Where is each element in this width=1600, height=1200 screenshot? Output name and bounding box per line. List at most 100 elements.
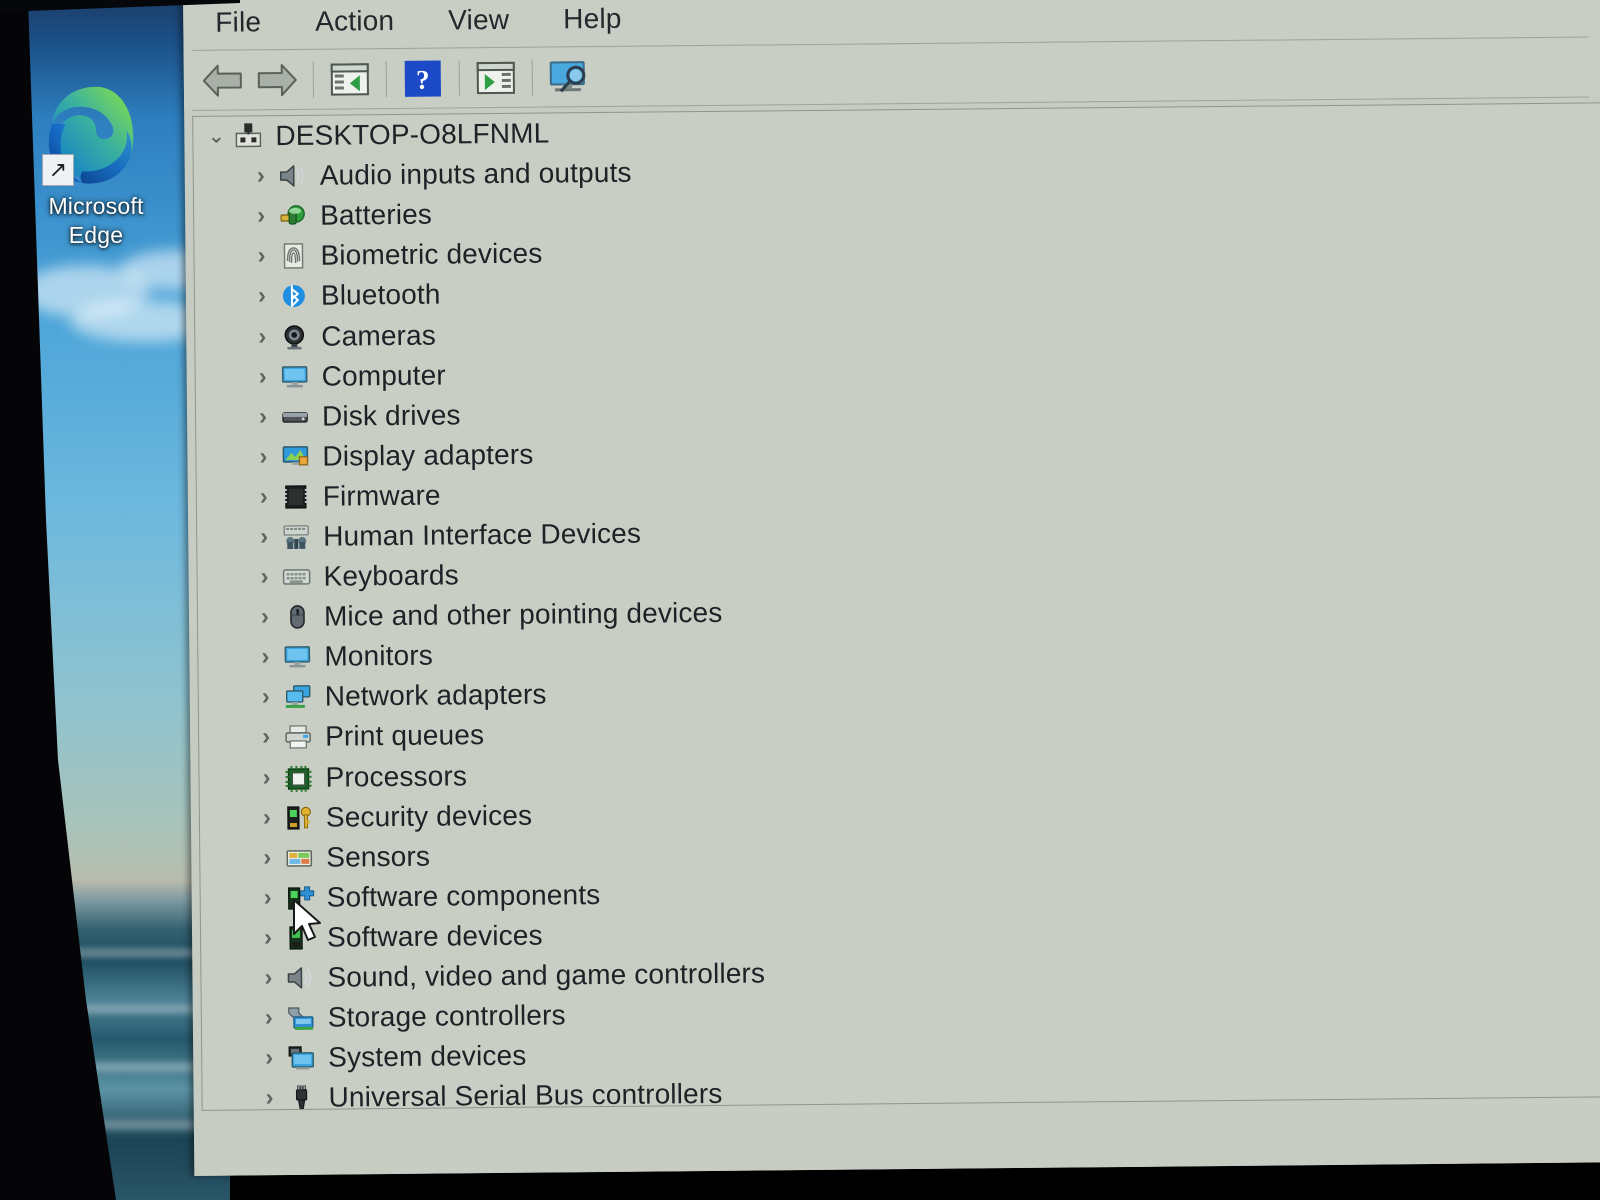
tree-item-label: Monitors <box>324 639 434 672</box>
toolbar-divider <box>531 59 533 96</box>
mouse-icon <box>280 602 314 632</box>
back-arrow-icon[interactable] <box>196 56 250 105</box>
menu-view[interactable]: View <box>442 0 515 39</box>
usb-icon <box>284 1083 318 1111</box>
speaker-icon <box>276 161 310 191</box>
software-device-icon <box>283 923 317 953</box>
tree-item-label: Biometric devices <box>320 237 543 272</box>
tree-item-label: Display adapters <box>322 438 534 472</box>
tree-item-label: Security devices <box>325 799 533 833</box>
chevron-right-icon[interactable]: › <box>254 1044 284 1071</box>
bluetooth-icon <box>277 281 311 311</box>
menu-help[interactable]: Help <box>557 0 628 38</box>
chevron-right-icon[interactable]: › <box>247 323 277 350</box>
storage-controller-icon <box>284 1003 318 1033</box>
tree-item-label: Disk drives <box>321 399 461 432</box>
monitor-icon <box>278 361 312 391</box>
tree-root-label: DESKTOP-O8LFNML <box>275 117 550 152</box>
tree-item-label: Universal Serial Bus controllers <box>328 1078 723 1111</box>
hid-icon <box>279 522 313 552</box>
chevron-right-icon[interactable]: › <box>246 243 276 270</box>
tree-item-label: Computer <box>321 359 446 392</box>
tree-item-label: Mice and other pointing devices <box>323 597 723 632</box>
toolbar-divider <box>385 61 387 98</box>
desktop-icon-label-line1: Microsoft <box>48 193 144 219</box>
computer-node-icon <box>231 121 265 151</box>
chevron-down-icon[interactable]: ⌄ <box>201 126 231 148</box>
desktop-icon-label: Microsoft Edge <box>36 192 156 251</box>
fingerprint-icon <box>276 241 310 271</box>
display-adapter-icon <box>278 442 312 472</box>
sensor-icon <box>282 842 316 872</box>
desktop-icon-microsoft-edge[interactable]: ↗ Microsoft Edge <box>36 80 156 270</box>
tree-item-label: Bluetooth <box>320 278 441 312</box>
disk-drive-icon <box>278 401 312 431</box>
device-manager-window: File Action View Help ? ⌄ DESKTOP-O8LFNM… <box>183 0 1600 1176</box>
properties-icon[interactable] <box>469 54 523 103</box>
tree-item-label: Software components <box>326 878 601 913</box>
tree-item-label: Sound, video and game controllers <box>327 957 766 993</box>
chevron-right-icon[interactable]: › <box>254 1004 284 1031</box>
chevron-right-icon[interactable]: › <box>248 363 278 390</box>
tree-item-label: Network adapters <box>324 678 547 713</box>
status-bar <box>201 1100 1600 1176</box>
menu-file[interactable]: File <box>209 3 267 42</box>
chevron-right-icon[interactable]: › <box>250 603 280 630</box>
tree-item-label: Storage controllers <box>327 999 566 1033</box>
chevron-right-icon[interactable]: › <box>249 483 279 510</box>
processor-icon <box>281 762 315 792</box>
chevron-right-icon[interactable]: › <box>253 924 283 951</box>
chevron-right-icon[interactable]: › <box>252 844 282 871</box>
monitor-icon <box>280 642 314 672</box>
camera-icon <box>277 321 311 351</box>
tree-item-label: Keyboards <box>323 559 459 592</box>
help-icon[interactable]: ? <box>396 54 450 103</box>
tree-children: › Audio inputs and outputs › Batteries › Biom… <box>194 143 1600 1111</box>
chevron-right-icon[interactable]: › <box>251 764 281 791</box>
forward-arrow-icon[interactable] <box>250 56 304 105</box>
printer-icon <box>281 722 315 752</box>
toolbar-divider <box>458 60 460 97</box>
menu-action[interactable]: Action <box>309 1 400 40</box>
tree-item-label: System devices <box>328 1039 527 1073</box>
chip-icon <box>279 482 313 512</box>
security-key-icon <box>282 802 316 832</box>
tree-item-label: Firmware <box>322 479 441 512</box>
network-adapter-icon <box>281 682 315 712</box>
chevron-right-icon[interactable]: › <box>246 162 276 189</box>
chevron-right-icon[interactable]: › <box>248 403 278 430</box>
tree-item-label: Sensors <box>326 840 431 873</box>
tree-item-label: Batteries <box>319 198 433 231</box>
tree-item-label: Cameras <box>321 319 437 352</box>
desktop-icon-label-line2: Edge <box>68 222 124 249</box>
chevron-right-icon[interactable]: › <box>253 964 283 991</box>
software-component-icon <box>283 883 317 913</box>
svg-text:?: ? <box>416 65 430 95</box>
tree-item-label: Human Interface Devices <box>323 517 642 552</box>
system-device-icon <box>284 1043 318 1073</box>
chevron-right-icon[interactable]: › <box>254 1084 284 1110</box>
toolbar-divider <box>312 61 315 98</box>
show-hide-console-tree-icon[interactable] <box>323 55 377 104</box>
battery-icon <box>276 201 310 231</box>
keyboard-icon <box>279 562 313 592</box>
chevron-right-icon[interactable]: › <box>249 563 279 590</box>
chevron-right-icon[interactable]: › <box>253 884 283 911</box>
scan-for-hardware-changes-icon[interactable] <box>542 53 596 102</box>
shortcut-overlay-icon: ↗ <box>42 154 74 186</box>
tree-item-label: Processors <box>325 759 468 793</box>
chevron-right-icon[interactable]: › <box>246 202 276 229</box>
device-tree[interactable]: ⌄ DESKTOP-O8LFNML › Audio inputs and outp… <box>192 102 1600 1111</box>
chevron-right-icon[interactable]: › <box>251 684 281 711</box>
tree-item-label: Software devices <box>326 919 543 953</box>
chevron-right-icon[interactable]: › <box>248 443 278 470</box>
speaker-icon <box>283 963 317 993</box>
chevron-right-icon[interactable]: › <box>249 523 279 550</box>
chevron-right-icon[interactable]: › <box>252 804 282 831</box>
chevron-right-icon[interactable]: › <box>247 283 277 310</box>
chevron-right-icon[interactable]: › <box>251 724 281 751</box>
chevron-right-icon[interactable]: › <box>250 643 280 670</box>
tree-item-label: Audio inputs and outputs <box>319 156 632 191</box>
edge-icon: ↗ <box>42 80 150 188</box>
tree-item-label: Print queues <box>324 719 485 753</box>
